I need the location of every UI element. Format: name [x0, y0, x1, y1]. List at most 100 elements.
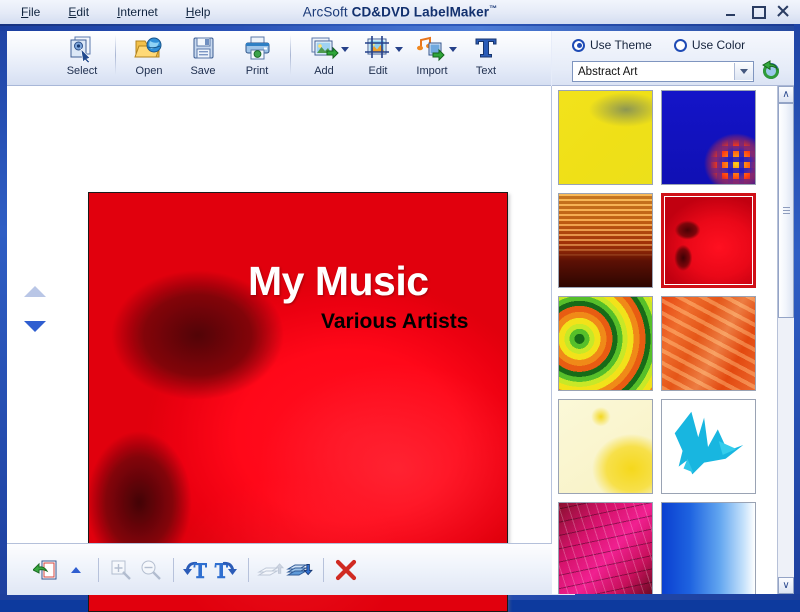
text-button[interactable]: Text	[459, 31, 513, 87]
maximize-button[interactable]	[749, 3, 766, 19]
scroll-up-button[interactable]: ∧	[778, 86, 794, 103]
zoom-out-button[interactable]	[136, 556, 166, 584]
rotate-text-left-button[interactable]	[181, 556, 211, 584]
window-title-prefix: ArcSoft	[302, 4, 352, 20]
label-title-text[interactable]: My Music	[248, 261, 429, 302]
trademark-symbol: ™	[489, 4, 498, 13]
application-window: FFileile Edit Internet Help ArcSoft CD&D…	[0, 0, 800, 612]
previous-page-arrow[interactable]	[24, 286, 46, 297]
printer-icon	[245, 36, 270, 60]
page-layout-icon	[33, 560, 57, 579]
theme-list-scrollbar[interactable]: ∧ ∨	[777, 86, 794, 594]
import-dropdown-arrow[interactable]	[449, 47, 457, 52]
save-button-label: Save	[190, 65, 216, 77]
text-button-label: Text	[475, 65, 497, 77]
layout-template-dropdown[interactable]	[61, 556, 91, 584]
open-button[interactable]: Open	[122, 31, 176, 87]
theme-thumbnail-yellow-soft[interactable]	[558, 399, 653, 494]
window-title-main: CD&DVD LabelMaker	[351, 4, 490, 20]
add-image-icon	[311, 37, 339, 60]
bring-forward-icon	[257, 562, 285, 575]
edit-button[interactable]: Edit	[351, 31, 405, 87]
theme-panel-header: Use Theme Use Color Abstract Art	[552, 31, 794, 86]
theme-thumbnail-blue-gradient[interactable]	[661, 502, 756, 594]
triangle-up-icon	[71, 566, 81, 573]
workspace-area: My Music Various Artists	[7, 86, 552, 612]
close-button[interactable]	[775, 3, 792, 19]
minimize-icon	[726, 14, 735, 16]
add-button-label: Add	[314, 65, 334, 77]
delete-x-icon	[335, 559, 357, 580]
theme-thumbnail-orange-waves[interactable]	[558, 193, 653, 288]
import-music-icon	[417, 36, 445, 62]
theme-thumbnail-blue-grid[interactable]	[661, 90, 756, 185]
add-dropdown-arrow[interactable]	[341, 47, 349, 52]
theme-thumbnail-orange-brush[interactable]	[661, 296, 756, 391]
bottom-separator	[173, 557, 174, 582]
source-mode-group: Use Theme Use Color	[572, 38, 745, 52]
theme-category-dropdown[interactable]: Abstract Art	[572, 61, 754, 82]
open-button-label: Open	[135, 65, 163, 77]
window-controls	[723, 3, 792, 19]
send-backward-icon	[286, 563, 313, 575]
layout-template-button[interactable]	[31, 556, 61, 584]
print-button[interactable]: Print	[230, 31, 284, 87]
use-color-label: Use Color	[691, 38, 746, 52]
edit-dropdown-arrow[interactable]	[395, 47, 403, 52]
theme-thumbnail-grid	[552, 86, 778, 594]
theme-thumbnail-list[interactable]	[552, 86, 778, 594]
rotate-text-right-button[interactable]	[211, 556, 241, 584]
send-backward-button[interactable]	[286, 556, 316, 584]
bottom-separator	[248, 557, 249, 582]
cyan-splash-shape	[674, 411, 744, 475]
next-page-arrow[interactable]	[24, 321, 46, 332]
theme-thumbnail-green-swirl[interactable]	[558, 296, 653, 391]
add-button[interactable]: Add	[297, 31, 351, 87]
bottom-toolbar	[7, 543, 575, 595]
chevron-down-icon[interactable]	[734, 63, 753, 80]
window-title: ArcSoft CD&DVD LabelMaker™	[0, 4, 800, 20]
toolbar-separator	[115, 35, 116, 75]
theme-thumbnail-yellow-scratch[interactable]	[558, 90, 653, 185]
scrollbar-thumb[interactable]	[778, 103, 794, 318]
theme-panel: Use Theme Use Color Abstract Art ∧ ∨	[552, 31, 794, 594]
rotate-text-left-icon	[183, 561, 207, 578]
select-button[interactable]: Select	[55, 31, 109, 87]
bottom-separator	[323, 557, 324, 582]
main-toolbar: Select Open Save Print Add Edit Import T…	[7, 31, 551, 86]
use-color-radio[interactable]: Use Color	[673, 38, 746, 52]
delete-button[interactable]	[331, 556, 361, 584]
zoom-in-icon	[111, 560, 131, 580]
save-button[interactable]: Save	[176, 31, 230, 87]
print-button-label: Print	[245, 65, 269, 77]
theme-thumbnail-magenta-grunge[interactable]	[558, 502, 653, 594]
title-bar: FFileile Edit Internet Help ArcSoft CD&D…	[0, 0, 800, 25]
left-frame-rail	[0, 31, 7, 600]
bottom-separator	[98, 557, 99, 582]
refresh-icon	[762, 60, 779, 79]
zoom-out-icon	[141, 560, 161, 580]
theme-thumbnail-cyan-splash[interactable]	[661, 399, 756, 494]
chevron-up-icon: ∧	[782, 88, 790, 100]
title-accent-band	[0, 24, 800, 31]
chevron-down-icon: ∨	[782, 579, 790, 591]
label-subtitle-text[interactable]: Various Artists	[321, 310, 468, 334]
toolbar-separator	[290, 35, 291, 75]
scroll-down-button[interactable]: ∨	[778, 577, 794, 594]
zoom-in-button[interactable]	[106, 556, 136, 584]
bring-forward-button[interactable]	[256, 556, 286, 584]
rotate-text-right-icon	[214, 561, 237, 578]
text-tool-icon	[475, 38, 497, 58]
select-icon	[70, 36, 91, 63]
use-theme-label: Use Theme	[590, 38, 652, 52]
theme-thumbnail-red-blur[interactable]	[661, 193, 756, 288]
use-theme-radio-dot	[572, 38, 585, 52]
open-folder-icon	[134, 37, 162, 58]
use-theme-radio[interactable]: Use Theme	[572, 38, 652, 52]
minimize-button[interactable]	[723, 3, 740, 19]
floppy-disk-icon	[193, 37, 214, 59]
refresh-button[interactable]	[760, 59, 782, 81]
edit-button-label: Edit	[368, 65, 388, 77]
import-button[interactable]: Import	[405, 31, 459, 87]
import-button-label: Import	[416, 65, 448, 77]
